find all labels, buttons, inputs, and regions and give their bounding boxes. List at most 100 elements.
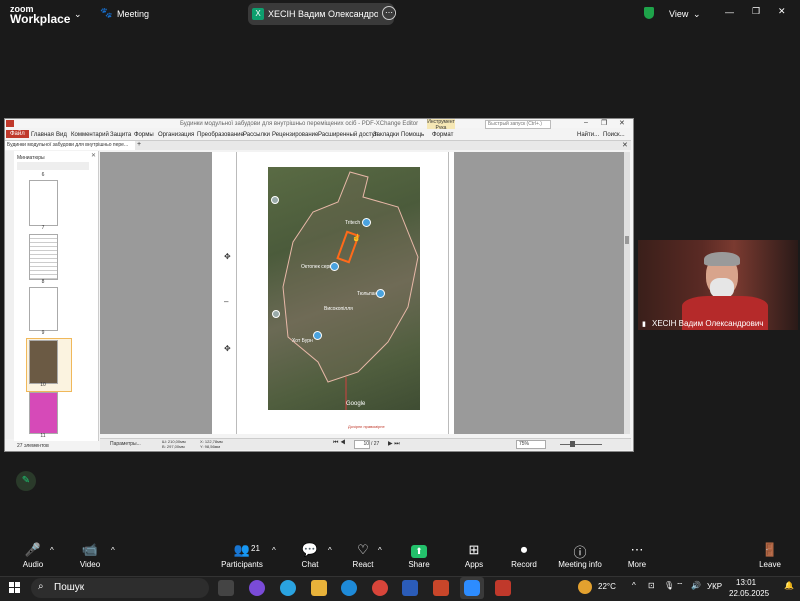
pdf-close-icon[interactable]: ✕	[619, 119, 625, 127]
next-page-icon[interactable]: ▶ ⏭	[388, 440, 400, 448]
menu-home[interactable]: Главная	[31, 132, 54, 138]
map-pin-icon	[330, 262, 339, 271]
first-page-icon[interactable]: ⏮ ◀	[333, 440, 345, 447]
menu-help[interactable]: Помощь	[401, 132, 424, 138]
participants-label: Participants	[221, 560, 263, 569]
pdf-minimize-icon[interactable]: –	[584, 119, 588, 126]
more-button[interactable]: ⋯ More	[607, 542, 667, 569]
minimize-icon[interactable]: —	[725, 7, 734, 17]
map-overlay	[282, 171, 419, 410]
share-title: ХЕСІН Вадим Олександрович's s	[268, 9, 378, 19]
status-y: Y: 98,56мм	[200, 444, 221, 449]
participant-video	[638, 240, 798, 330]
meeting-icon[interactable]: 🐾	[100, 8, 112, 19]
audio-options-icon[interactable]: ^	[50, 546, 54, 555]
chat-options-icon[interactable]: ^	[328, 546, 332, 555]
restore-icon[interactable]: ❐	[752, 6, 760, 17]
doc-close-icon[interactable]: ✕	[622, 141, 628, 149]
signal-icon: ▮	[642, 321, 646, 328]
menu-share[interactable]: Расширенный доступ	[318, 132, 378, 138]
record-button[interactable]: ⏺ Record	[494, 542, 554, 569]
view-chevron-icon[interactable]: ⌄	[693, 9, 701, 20]
zoom-level-select[interactable]: 75%	[516, 440, 546, 449]
zoom-slider[interactable]	[560, 444, 602, 445]
thumbnail-page-9[interactable]	[29, 287, 58, 331]
settlement-boundary	[282, 171, 419, 383]
thumbnail-page-10[interactable]	[29, 340, 58, 384]
view-button[interactable]: View	[669, 9, 688, 19]
pdf-xchange-icon[interactable]	[495, 580, 511, 596]
network-icon[interactable]: ⊡	[648, 581, 655, 590]
chevron-down-icon[interactable]: ⌄	[74, 9, 82, 20]
thumbnails-close-icon[interactable]: ✕	[91, 152, 96, 159]
menu-mailings[interactable]: Рассылки	[243, 132, 270, 138]
info-icon: ⓘ	[573, 545, 587, 560]
participants-button[interactable]: 👥 Participants	[212, 542, 272, 569]
quick-launch-input[interactable]: Быстрый запуск (Ctrl+.)	[485, 120, 551, 129]
leave-button[interactable]: 🚪 Leave	[740, 542, 800, 569]
menu-file[interactable]: Файл	[6, 130, 29, 138]
thumbnail-page-8[interactable]	[29, 234, 58, 280]
share-options-button[interactable]: ⋯	[382, 6, 396, 20]
clock-time[interactable]: 13:01	[736, 578, 756, 587]
pdf-restore-icon[interactable]: ❐	[601, 119, 607, 127]
pencil-icon[interactable]: ✎	[16, 471, 36, 491]
scroll-thumb[interactable]	[625, 236, 629, 244]
tray-chevron-icon[interactable]: ^	[632, 581, 636, 590]
menu-organize[interactable]: Организация	[158, 132, 194, 138]
notifications-icon[interactable]: 🔔	[784, 581, 794, 590]
pdf-window-title: Будинки модульної забудови для внутрішнь…	[180, 121, 419, 127]
menu-convert[interactable]: Преобразование	[197, 132, 244, 138]
audio-button[interactable]: 🎤 Audio	[3, 542, 63, 569]
meeting-info-button[interactable]: ⓘ Meeting info	[550, 542, 610, 569]
telegram-icon[interactable]	[280, 580, 296, 596]
start-icon[interactable]	[9, 582, 20, 593]
word-icon[interactable]	[402, 580, 418, 596]
task-view-icon[interactable]	[218, 580, 234, 596]
chat-label: Chat	[301, 560, 319, 569]
find-button[interactable]: Найти...	[577, 132, 599, 138]
zoom-app-icon[interactable]	[464, 580, 480, 596]
vertical-scrollbar[interactable]	[624, 152, 630, 434]
zoom-slider-thumb[interactable]	[570, 441, 575, 447]
react-options-icon[interactable]: ^	[378, 546, 382, 555]
status-params[interactable]: Параметры...	[110, 441, 141, 447]
menu-comment[interactable]: Комментарий	[71, 132, 109, 138]
page-number-input[interactable]: 10	[354, 440, 370, 449]
file-explorer-icon[interactable]	[311, 580, 327, 596]
new-tab-icon[interactable]: +	[137, 141, 141, 148]
menu-review[interactable]: Рецензирование	[272, 132, 318, 138]
participants-options-icon[interactable]: ^	[272, 546, 276, 555]
menu-protect[interactable]: Защита	[110, 132, 131, 138]
powerpoint-icon[interactable]	[433, 580, 449, 596]
thumbnail-page-7[interactable]	[29, 180, 58, 226]
close-icon[interactable]: ✕	[778, 6, 786, 17]
menu-view[interactable]: Вид	[56, 132, 67, 138]
total-pages: / 27	[371, 441, 380, 447]
weather-icon[interactable]	[578, 580, 592, 594]
meeting-label[interactable]: Meeting	[117, 9, 149, 19]
share-button[interactable]: ⬆ Share	[389, 542, 449, 569]
temperature[interactable]: 22°C	[598, 582, 616, 591]
volume-icon[interactable]: 🔊	[691, 581, 701, 590]
viber-icon[interactable]	[249, 580, 265, 596]
doc-tab[interactable]: Будинки модульної забудови для внутрішнь…	[5, 141, 135, 150]
video-options-icon[interactable]: ^	[111, 546, 115, 555]
wifi-icon[interactable]: ⌔	[676, 581, 684, 591]
thumbnail-page-11[interactable]	[29, 392, 58, 434]
language-indicator[interactable]: УКР	[707, 582, 722, 591]
menu-bookmarks[interactable]: Закладки	[373, 132, 399, 138]
element-count: 27 элементов	[17, 443, 49, 449]
thumb-page-number: 8	[41, 279, 45, 285]
page-margin-right	[448, 152, 449, 434]
clock-date[interactable]: 22.05.2025	[729, 589, 769, 598]
menu-forms[interactable]: Формы	[134, 132, 154, 138]
edge-icon[interactable]	[341, 580, 357, 596]
participant-count: 21	[251, 544, 260, 553]
chrome-icon[interactable]	[372, 580, 388, 596]
search-button[interactable]: Поиск...	[603, 132, 625, 138]
react-button[interactable]: ♡ React	[333, 542, 393, 569]
dash-icon: –	[224, 297, 229, 306]
menu-format[interactable]: Формат	[432, 132, 453, 138]
microphone-tray-icon[interactable]: 🎙	[664, 581, 674, 590]
